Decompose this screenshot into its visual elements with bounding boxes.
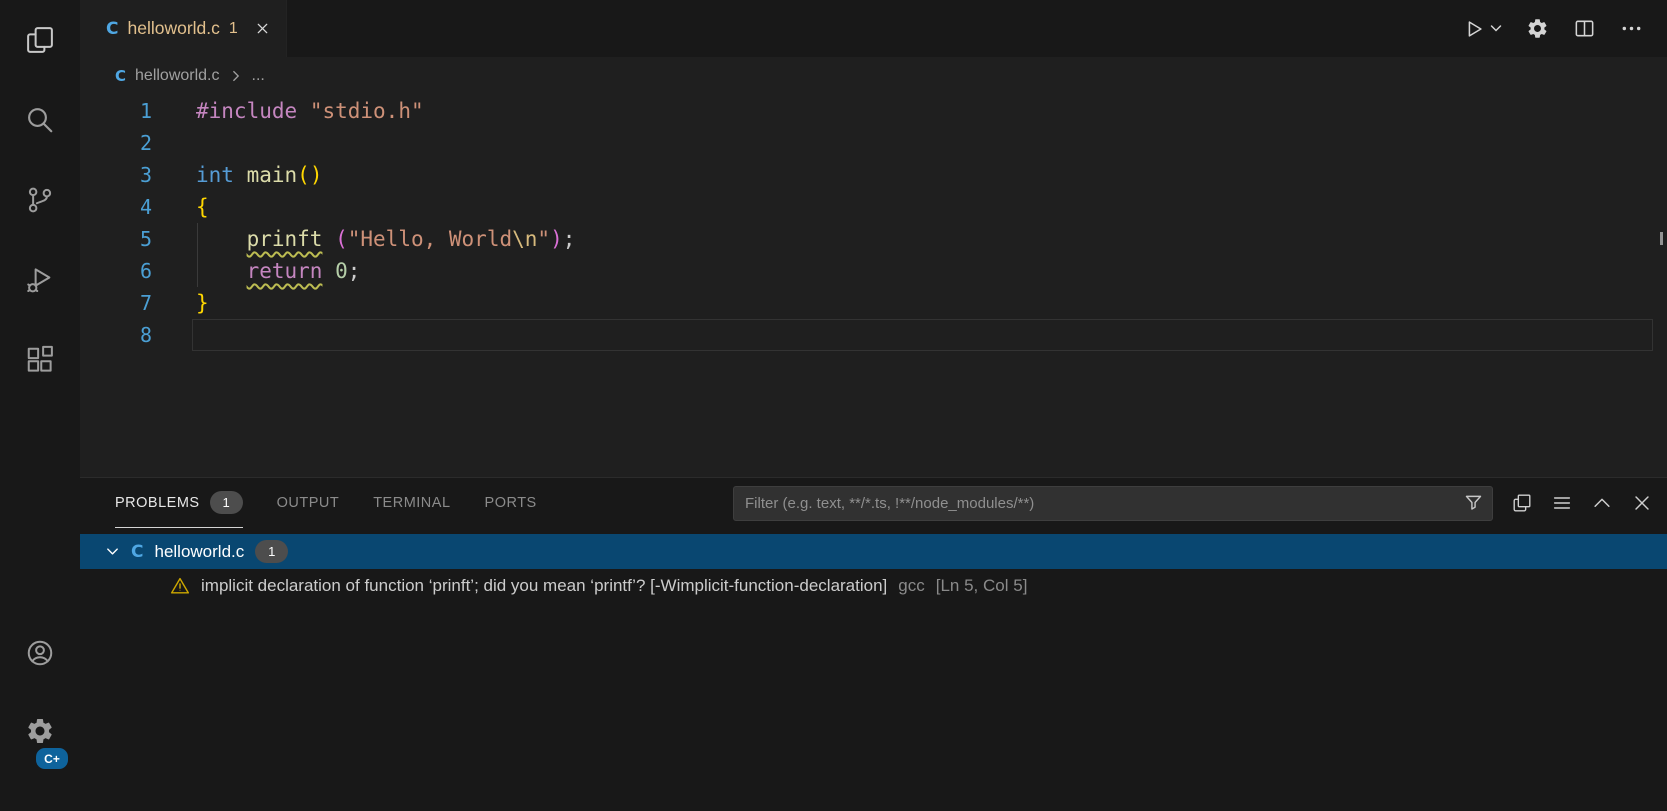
line-content: prinft ("Hello, World\n"); <box>152 223 575 255</box>
problems-filter-input[interactable] <box>733 486 1493 521</box>
line-number[interactable]: 5 <box>80 223 152 255</box>
panel-tab-label: OUTPUT <box>277 495 340 511</box>
c-file-icon: C <box>131 542 143 562</box>
problem-source: gcc <box>898 576 924 596</box>
close-icon[interactable] <box>255 21 270 36</box>
panel-tabs: PROBLEMS 1 OUTPUT TERMINAL PORTS <box>115 478 537 528</box>
line-number[interactable]: 7 <box>80 287 152 319</box>
line-content: } <box>152 287 209 319</box>
split-editor-icon[interactable] <box>1573 17 1596 40</box>
run-dropdown-chevron-icon[interactable] <box>1490 24 1502 33</box>
code-line[interactable]: 6 return 0; <box>80 255 1667 287</box>
code-line[interactable]: 3int main() <box>80 159 1667 191</box>
search-icon[interactable] <box>16 96 64 144</box>
close-panel-icon[interactable] <box>1631 492 1653 514</box>
activity-bar: C+ <box>0 0 80 811</box>
explorer-icon[interactable] <box>16 16 64 64</box>
source-control-icon[interactable] <box>16 176 64 224</box>
problems-count-badge: 1 <box>210 491 243 514</box>
run-and-debug-icon[interactable] <box>16 256 64 304</box>
code-lines: 1#include "stdio.h"23int main()4{5 prinf… <box>80 95 1667 351</box>
breadcrumb-more[interactable]: ... <box>252 67 265 85</box>
panel-header: PROBLEMS 1 OUTPUT TERMINAL PORTS <box>80 478 1667 528</box>
tab-problems-count: 1 <box>229 20 238 38</box>
c-file-icon: C <box>106 19 118 39</box>
problem-item-row[interactable]: implicit declaration of function ‘prinft… <box>80 569 1667 602</box>
line-content: #include "stdio.h" <box>152 95 424 127</box>
editor-actions <box>1463 0 1667 57</box>
line-number[interactable]: 3 <box>80 159 152 191</box>
more-actions-icon[interactable] <box>1620 17 1643 40</box>
breadcrumb-file[interactable]: helloworld.c <box>135 67 219 85</box>
tab-helloworld-c[interactable]: C helloworld.c 1 <box>80 0 287 57</box>
line-number[interactable]: 6 <box>80 255 152 287</box>
maximize-panel-chevron-up-icon[interactable] <box>1591 492 1613 514</box>
run-button[interactable] <box>1463 18 1502 40</box>
problems-file-row[interactable]: C helloworld.c 1 <box>80 534 1667 569</box>
tab-ports[interactable]: PORTS <box>485 478 537 528</box>
panel-tab-label: PROBLEMS <box>115 495 200 511</box>
code-line[interactable]: 2 <box>80 127 1667 159</box>
bottom-panel: PROBLEMS 1 OUTPUT TERMINAL PORTS <box>80 477 1667 811</box>
warning-icon <box>170 576 190 596</box>
view-as-table-icon[interactable] <box>1511 492 1533 514</box>
line-content: int main() <box>152 159 322 191</box>
panel-toolbar <box>733 478 1667 528</box>
line-number[interactable]: 2 <box>80 127 152 159</box>
tab-bar: C helloworld.c 1 <box>80 0 1667 57</box>
editor-settings-gear-icon[interactable] <box>1526 17 1549 40</box>
panel-tab-label: PORTS <box>485 495 537 511</box>
line-number[interactable]: 8 <box>80 319 152 351</box>
indent-guide <box>197 223 198 287</box>
code-editor: 1#include "stdio.h"23int main()4{5 prinf… <box>80 95 1667 477</box>
activity-bar-bottom: C+ <box>16 629 64 811</box>
line-content <box>152 127 196 159</box>
main-area: C helloworld.c 1 <box>80 0 1667 811</box>
profile-badge[interactable]: C+ <box>34 746 70 771</box>
settings-gear-icon[interactable]: C+ <box>16 707 64 755</box>
file-problems-count-badge: 1 <box>255 540 288 563</box>
chevron-down-icon[interactable] <box>105 544 120 559</box>
activity-bar-top <box>16 0 64 384</box>
line-number[interactable]: 4 <box>80 191 152 223</box>
filter-funnel-icon[interactable] <box>1463 492 1484 513</box>
breadcrumb: C helloworld.c ... <box>80 57 1667 95</box>
code-line[interactable]: 7} <box>80 287 1667 319</box>
overview-ruler-mark <box>1660 232 1663 245</box>
line-number[interactable]: 1 <box>80 95 152 127</box>
code-line[interactable]: 5 prinft ("Hello, World\n"); <box>80 223 1667 255</box>
code-line[interactable]: 4{ <box>80 191 1667 223</box>
vscode-window: C+ C helloworld.c 1 <box>0 0 1667 811</box>
tab-output[interactable]: OUTPUT <box>277 478 340 528</box>
line-content <box>152 319 196 351</box>
code-line[interactable]: 8 <box>80 319 1667 351</box>
code-line[interactable]: 1#include "stdio.h" <box>80 95 1667 127</box>
problem-message: implicit declaration of function ‘prinft… <box>201 576 887 596</box>
problem-position: [Ln 5, Col 5] <box>936 576 1028 596</box>
panel-tab-label: TERMINAL <box>373 495 450 511</box>
tab-label: helloworld.c <box>127 18 219 39</box>
line-content: { <box>152 191 209 223</box>
extensions-icon[interactable] <box>16 336 64 384</box>
accounts-icon[interactable] <box>16 629 64 677</box>
line-content: return 0; <box>152 255 360 287</box>
c-file-icon: C <box>115 67 126 85</box>
tab-problems[interactable]: PROBLEMS 1 <box>115 478 243 528</box>
problems-file-label: helloworld.c <box>154 542 244 562</box>
collapse-all-icon[interactable] <box>1551 492 1573 514</box>
chevron-right-icon <box>229 69 243 83</box>
tab-terminal[interactable]: TERMINAL <box>373 478 450 528</box>
filter-wrap <box>733 486 1493 521</box>
